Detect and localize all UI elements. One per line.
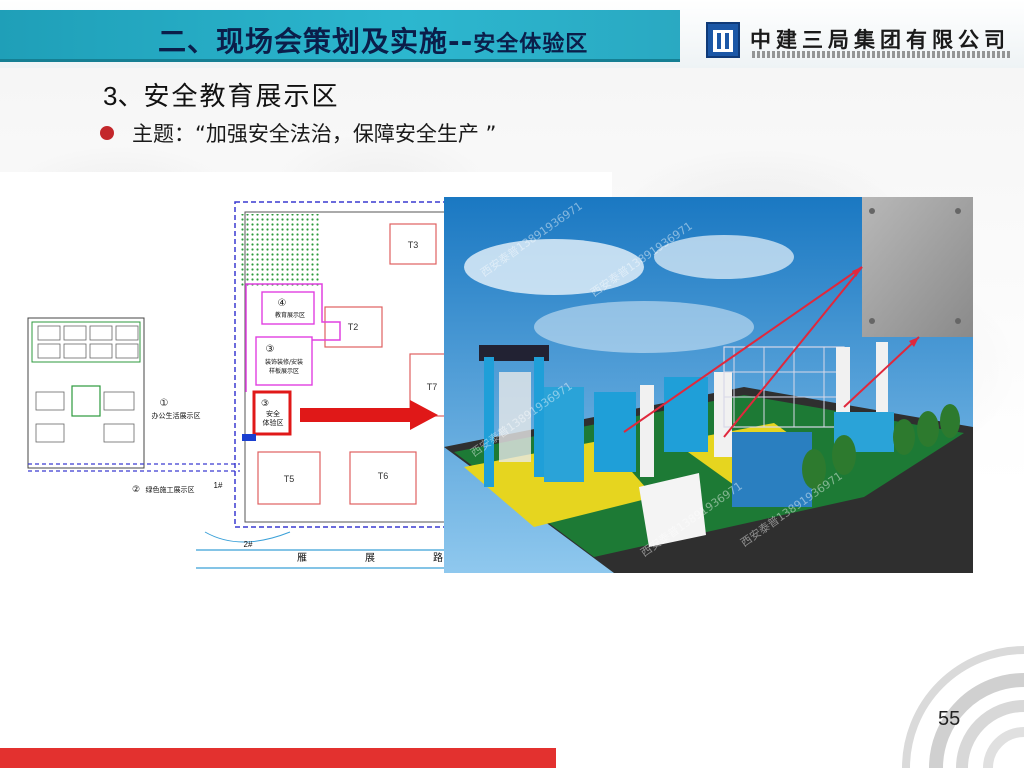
plan-road-char-1: 雁 — [297, 552, 307, 564]
page-number: 55 — [938, 708, 961, 730]
plan-zone4-number: ④ — [278, 298, 287, 309]
plan-label-t3: T3 — [408, 240, 419, 250]
plan-road-char-3: 路 — [433, 551, 443, 564]
slide-title: 二、现场会策划及实施--安全体验区 — [158, 20, 588, 60]
slide-header: 二、现场会策划及实施--安全体验区 中建三局集团有限公司 — [0, 0, 1024, 68]
section-heading-text: 安全教育展示区 — [143, 82, 340, 112]
plan-office-label: 办公生活展示区 — [152, 411, 201, 420]
theme-bullet: 主题： “加强安全法治，保障安全生产 ” — [100, 118, 496, 148]
plan-zone3-label-2: 样板展示区 — [269, 367, 299, 375]
safety-zone-rendering: 西安泰普13891936971 西安泰普13891936971 西安泰普1389… — [444, 197, 973, 573]
plan-label-t2: T2 — [348, 322, 359, 332]
slide-title-suffix: 安全体验区 — [473, 32, 589, 57]
company-logo: 中建三局集团有限公司 — [706, 22, 1012, 62]
plan-office-number: ① — [160, 398, 169, 409]
safety-zone-3d-illustration: 西安泰普13891936971 西安泰普13891936971 西安泰普1389… — [444, 197, 973, 573]
plan-label-t7: T7 — [427, 382, 438, 392]
plan-safety-label-1: 安全 — [266, 409, 280, 418]
plan-gate1: 1# — [214, 481, 223, 490]
plan-zone3-number: ③ — [266, 344, 275, 355]
corner-decoration — [902, 646, 1024, 768]
plan-green-number: ② — [132, 485, 140, 495]
company-name-english-strip — [752, 51, 1012, 58]
plan-safety-number: ③ — [261, 399, 269, 409]
plan-zone3-label-1: 装饰装修/安装 — [265, 358, 303, 366]
theme-quote: “加强安全法治，保障安全生产 ” — [195, 122, 497, 146]
plan-gate2: 2# — [244, 540, 253, 549]
bullet-dot-icon — [100, 126, 114, 140]
theme-label: 主题： — [132, 122, 195, 146]
section-heading-number: 3、 — [103, 81, 144, 111]
plan-road-char-2: 展 — [365, 552, 375, 564]
section-heading: 3、安全教育展示区 — [103, 76, 339, 113]
company-name: 中建三局集团有限公司 — [750, 27, 1010, 52]
slide-title-main: 二、现场会策划及实施-- — [158, 25, 474, 58]
plan-zone4-label: 教育展示区 — [275, 311, 305, 319]
plan-safety-label-2: 体验区 — [263, 418, 284, 427]
plan-label-t6: T6 — [378, 471, 389, 481]
bottom-accent-bar — [0, 748, 556, 768]
plan-label-t5: T5 — [284, 474, 295, 484]
plan-green-label: 绿色施工展示区 — [146, 485, 195, 494]
company-logo-icon — [706, 22, 740, 58]
